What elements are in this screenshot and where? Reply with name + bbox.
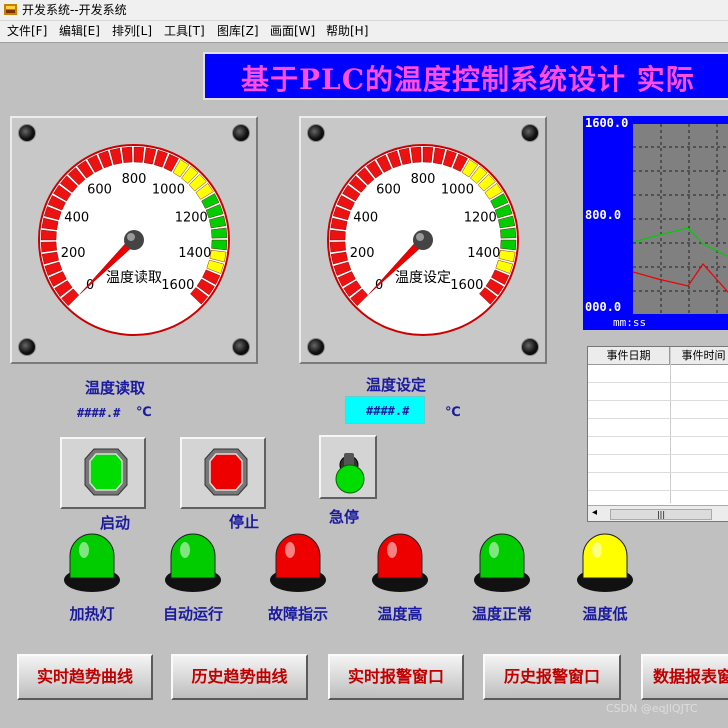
- lamp-label: 温度低: [582, 605, 628, 623]
- table-row[interactable]: [588, 437, 728, 455]
- stop-button[interactable]: [180, 437, 266, 509]
- gauge-caption: 温度设定: [395, 270, 451, 286]
- lamp-label: 温度高: [377, 605, 423, 623]
- lamp-label: 自动运行: [162, 605, 223, 623]
- gauge-tick-label: 400: [64, 210, 89, 225]
- event-table[interactable]: 事件日期 事件时间 ◂ |||: [587, 346, 728, 522]
- gauge-tick-label: 1600: [161, 278, 194, 293]
- scrollbar-thumb[interactable]: |||: [610, 509, 712, 520]
- scroll-left-icon[interactable]: ◂: [592, 507, 597, 518]
- app-icon: [4, 4, 17, 15]
- gauge-tick-label: 600: [87, 182, 112, 197]
- indicator-lamp-icon: [163, 528, 223, 598]
- trend-series-red: [632, 263, 728, 294]
- table-row[interactable]: [588, 419, 728, 437]
- table-header-time[interactable]: 事件时间: [670, 347, 728, 365]
- gauge-tick-label: 1400: [467, 246, 500, 261]
- lamp-label: 温度正常: [471, 605, 532, 623]
- table-row[interactable]: [588, 401, 728, 419]
- nav-realtime-trend-button[interactable]: 实时趋势曲线: [17, 654, 153, 700]
- gauge-caption: 温度读取: [106, 269, 162, 286]
- trend-chart: 1600.0 800.0 000.0 mm:ss: [583, 116, 728, 330]
- nav-history-alarm-button[interactable]: 历史报警窗口: [483, 654, 621, 700]
- gauge-tick-label: 1600: [450, 278, 483, 293]
- setpoint-input[interactable]: ####.#: [345, 396, 425, 424]
- nav-realtime-alarm-button[interactable]: 实时报警窗口: [328, 654, 464, 700]
- menu-tools[interactable]: 工具[T]: [164, 21, 205, 42]
- menu-screen[interactable]: 画面[W]: [270, 21, 315, 42]
- horizontal-scrollbar[interactable]: ◂ |||: [588, 505, 728, 521]
- setpoint-label: 温度设定: [366, 376, 427, 394]
- setpoint-unit: ℃: [445, 405, 461, 420]
- gauge-tick-label: 800: [411, 172, 436, 187]
- title-banner: 基于PLC的温度控制系统设计 实际: [203, 52, 728, 100]
- start-button[interactable]: [60, 437, 146, 509]
- nav-history-trend-button[interactable]: 历史趋势曲线: [171, 654, 308, 700]
- nav-report-button[interactable]: 数据报表窗: [641, 654, 728, 700]
- gauge-tick-label: 800: [122, 172, 147, 187]
- banner-title: 基于PLC的温度控制系统设计 实际: [241, 63, 695, 96]
- table-header-date[interactable]: 事件日期: [588, 347, 670, 365]
- lamp-label: 加热灯: [69, 605, 115, 623]
- indicator-lamp-icon: [370, 528, 430, 598]
- trend-series-green: [632, 227, 728, 258]
- gauge-tick-label: 1200: [464, 210, 497, 225]
- trend-ytick: 1600.0: [585, 116, 629, 130]
- menu-gallery[interactable]: 图库[Z]: [217, 21, 259, 42]
- temperature-set-gauge: 02004006008001000120014001600温度设定: [327, 144, 519, 336]
- watermark: CSDN @eqJlQJTC: [606, 702, 698, 715]
- indicator-lamp-icon: [472, 528, 532, 598]
- trend-ytick: 800.0: [585, 208, 622, 222]
- gauge-panel-set: 0 200 400 600 800 1000 1200 1400 1600 温度设定: [299, 116, 547, 364]
- stop-button-label: 停止: [229, 513, 260, 531]
- gauge-tick-label: 1400: [178, 246, 211, 261]
- stop-lamp-icon: [204, 448, 248, 496]
- menu-bar: 文件[F] 编辑[E] 排列[L] 工具[T] 图库[Z] 画面[W] 帮助[H…: [0, 21, 728, 43]
- menu-arrange[interactable]: 排列[L]: [112, 21, 152, 42]
- gauge-tick-label: 400: [353, 210, 378, 225]
- temperature-read-gauge: 02004006008001000120014001600温度读取: [38, 144, 230, 336]
- trend-plot-area: [632, 124, 728, 314]
- start-lamp-icon: [84, 448, 128, 496]
- readout-unit: ℃: [136, 405, 152, 420]
- emergency-stop-switch[interactable]: [319, 435, 377, 499]
- table-row[interactable]: [588, 473, 728, 491]
- trend-ytick: 000.0: [585, 300, 622, 314]
- table-row[interactable]: [588, 383, 728, 401]
- gauge-hub: [124, 230, 144, 250]
- trend-x-label: mm:ss: [613, 316, 647, 329]
- table-row[interactable]: [588, 365, 728, 383]
- menu-help[interactable]: 帮助[H]: [326, 21, 368, 42]
- table-row[interactable]: [588, 455, 728, 473]
- indicator-lamp-icon: [62, 528, 122, 598]
- gauge-tick-label: 1200: [175, 210, 208, 225]
- gauge-tick-label: 1000: [152, 182, 185, 197]
- title-bar: 开发系统--开发系统: [0, 0, 728, 21]
- menu-edit[interactable]: 编辑[E]: [59, 21, 100, 42]
- indicator-lamp-icon: [268, 528, 328, 598]
- readout-label: 温度读取: [85, 379, 146, 397]
- setpoint-value: ####.#: [366, 404, 410, 418]
- emergency-stop-label: 急停: [329, 508, 360, 526]
- gauge-tick-label: 600: [376, 182, 401, 197]
- gauge-tick-label: 200: [61, 246, 86, 261]
- indicator-lamp-icon: [575, 528, 635, 598]
- toggle-switch-icon: [335, 453, 365, 494]
- gauge-panel-read: 0 200 400 600 800 1000 1200 1400 1600 温度读取: [10, 116, 258, 364]
- window-title: 开发系统--开发系统: [22, 3, 127, 17]
- readout-value: ####.#: [77, 406, 121, 420]
- gauge-tick-label: 200: [350, 246, 375, 261]
- gauge-hub: [413, 230, 433, 250]
- menu-file[interactable]: 文件[F]: [7, 21, 47, 42]
- gauge-tick-label: 1000: [441, 182, 474, 197]
- lamp-label: 故障指示: [267, 605, 328, 623]
